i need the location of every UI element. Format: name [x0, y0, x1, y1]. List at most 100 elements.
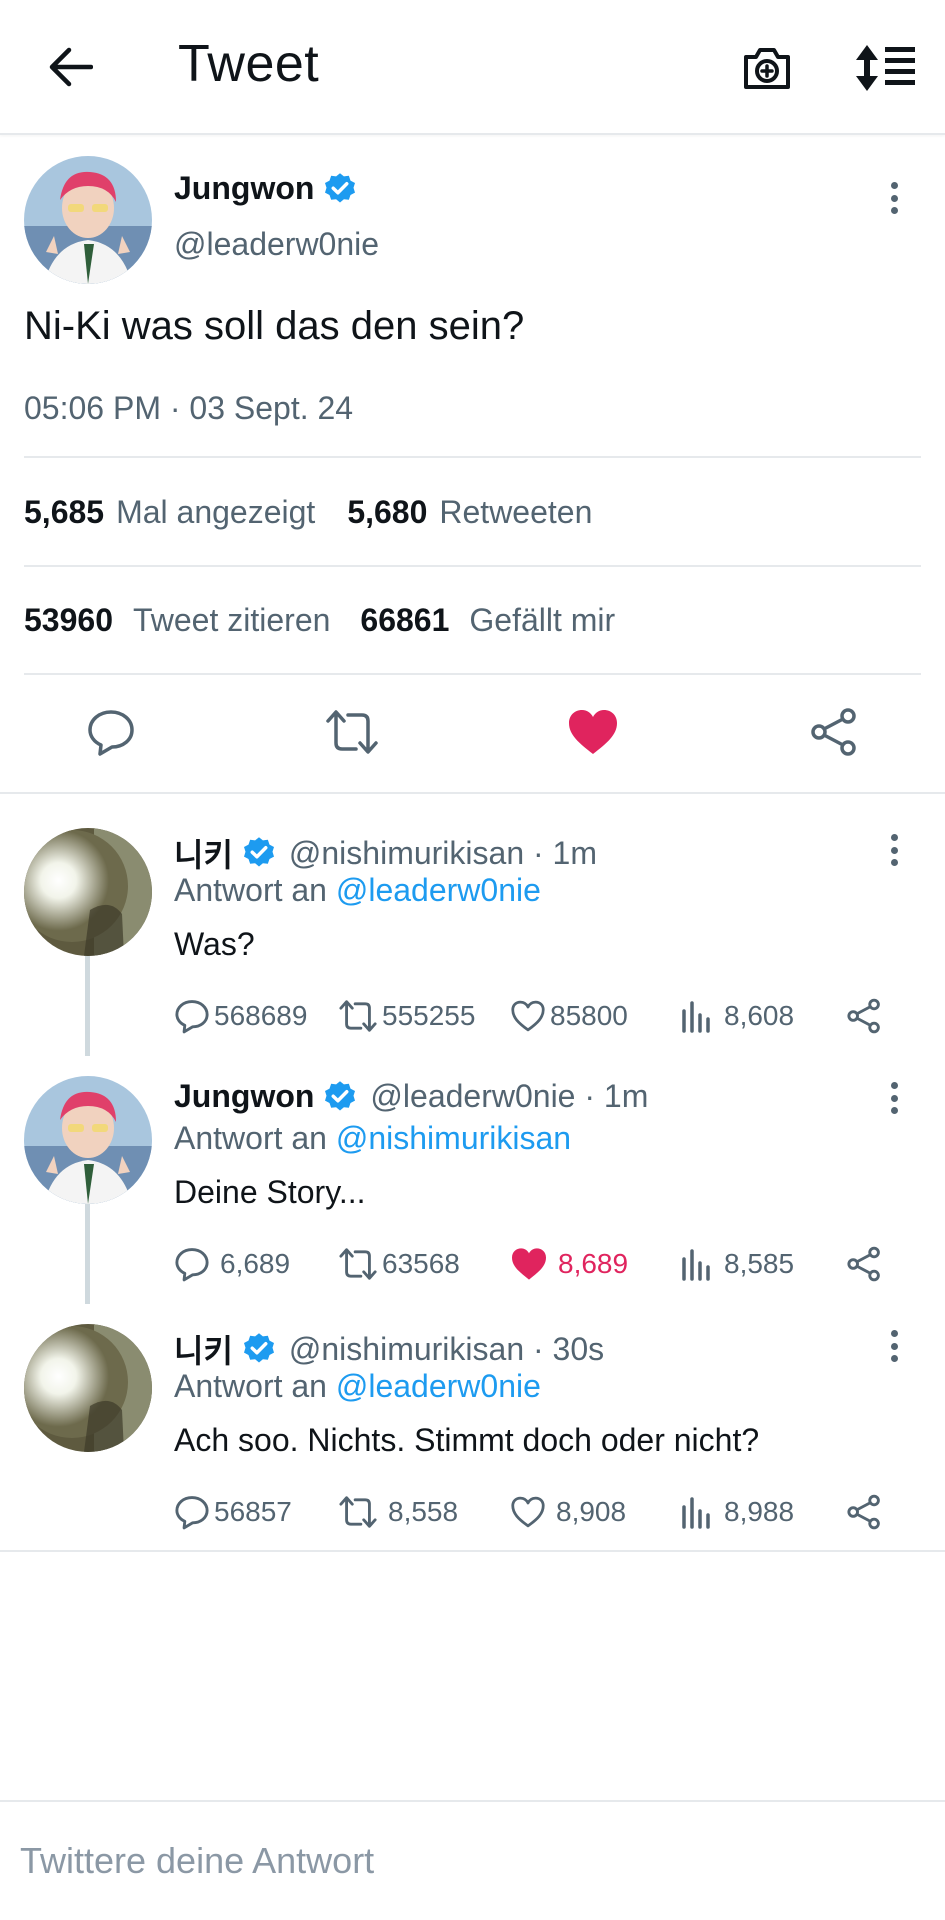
top-app-bar: Tweet: [0, 0, 945, 135]
tweet-action-bar: [0, 678, 945, 788]
more-dot: [890, 1094, 898, 1102]
reply-share-button[interactable]: [846, 1492, 882, 1532]
reply-button[interactable]: [79, 700, 143, 764]
reply-to-line: Antwort an @nishimurikisan: [174, 1120, 571, 1157]
views-count: 8,608: [724, 1000, 795, 1031]
reply-author-name[interactable]: Jungwon: [174, 1078, 314, 1115]
quotes-count[interactable]: 53960: [24, 602, 113, 639]
retweet-button[interactable]: [320, 700, 384, 764]
reply-retweet-button[interactable]: 63568: [338, 1244, 460, 1284]
tweet-timestamp: 05:06 PM · 03 Sept. 24: [24, 390, 354, 426]
share-icon: [847, 998, 880, 1034]
page-title: Tweet: [178, 35, 320, 93]
reply-like-button[interactable]: 8,689: [510, 1244, 628, 1284]
reply-avatar[interactable]: [24, 1324, 152, 1452]
reply-views-button[interactable]: 8,585: [680, 1244, 794, 1284]
reply-text: Deine Story...: [174, 1174, 366, 1210]
sort-button[interactable]: [850, 36, 920, 100]
reply-author-name[interactable]: 니키: [174, 830, 233, 876]
retweet-icon: [339, 1248, 377, 1280]
avatar-image: [24, 828, 152, 956]
retweet-icon: [339, 1496, 377, 1528]
more-dot: [890, 1330, 898, 1337]
verified-badge-icon: [243, 837, 274, 867]
section-divider: [0, 792, 945, 794]
avatar-image: [24, 1076, 152, 1204]
reply-text: Was?: [174, 926, 255, 962]
reply-avatar[interactable]: [24, 1076, 152, 1204]
reply-retweet-button[interactable]: 8,558: [338, 1492, 458, 1532]
more-dot: [890, 834, 898, 841]
comment-count: 568689: [214, 1000, 308, 1031]
like-button[interactable]: [561, 700, 625, 764]
arrow-left-icon: [49, 47, 93, 87]
reply-to-prefix: Antwort an: [174, 872, 327, 908]
views-chart-icon: [682, 1001, 710, 1033]
author-handle[interactable]: @leaderw0nie: [174, 226, 379, 263]
reply-comment-button[interactable]: 56857: [174, 1492, 292, 1532]
share-icon: [811, 708, 856, 756]
verified-badge-icon: [325, 172, 356, 202]
reply-more-button[interactable]: [879, 1326, 909, 1366]
reply-avatar[interactable]: [24, 828, 152, 956]
views-count: 8,585: [724, 1248, 795, 1279]
like-count: 8,908: [556, 1496, 627, 1527]
divider: [24, 565, 921, 567]
reply-action-bar: 568689 555255 85800 8,608: [174, 996, 914, 1036]
author-name[interactable]: Jungwon: [174, 170, 314, 207]
reply-author-handle[interactable]: @nishimurikisan · 30s: [289, 1331, 604, 1368]
retweets-label[interactable]: Retweeten: [439, 494, 592, 531]
author-name-row: Jungwon: [174, 170, 358, 207]
reply-to-link[interactable]: @leaderw0nie: [336, 1368, 541, 1404]
likes-count[interactable]: 66861: [360, 602, 449, 639]
quotes-label[interactable]: Tweet zitieren: [133, 602, 330, 639]
reply-author-name[interactable]: 니키: [174, 1326, 233, 1372]
thread-connector: [85, 1204, 90, 1304]
likes-label[interactable]: Gefällt mir: [469, 602, 615, 639]
reply-author-handle[interactable]: @nishimurikisan · 1m: [289, 835, 597, 872]
more-dot: [890, 1082, 898, 1089]
back-button[interactable]: [40, 40, 100, 94]
reply-to-prefix: Antwort an: [174, 1120, 327, 1156]
camera-button[interactable]: [735, 36, 799, 100]
views-chart-icon: [682, 1497, 710, 1529]
reply-share-button[interactable]: [846, 1244, 882, 1284]
reply-to-link[interactable]: @nishimurikisan: [336, 1120, 571, 1156]
divider: [24, 673, 921, 675]
retweet-count: 8,558: [388, 1496, 459, 1527]
reply-views-button[interactable]: 8,608: [680, 996, 794, 1036]
reply-text: Ach soo. Nichts. Stimmt doch oder nicht?: [174, 1422, 760, 1458]
reply-like-button[interactable]: 85800: [510, 996, 628, 1036]
share-icon: [847, 1494, 880, 1530]
reply-to-link[interactable]: @leaderw0nie: [336, 872, 541, 908]
retweet-count: 555255: [382, 1000, 476, 1031]
tweet-text: Ni-Ki was soll das den sein?: [24, 304, 525, 348]
reply-to-line: Antwort an @leaderw0nie: [174, 872, 541, 909]
more-dot: [890, 859, 898, 866]
reply-author-handle[interactable]: @leaderw0nie · 1m: [370, 1078, 648, 1115]
author-avatar[interactable]: [24, 156, 152, 284]
reply-compose-bar: [0, 1802, 945, 1920]
views-chart-icon: [682, 1249, 710, 1281]
more-dot: [890, 182, 898, 189]
camera-plus-icon: [744, 48, 790, 89]
reply-comment-button[interactable]: 6,689: [174, 1244, 290, 1284]
reply-comment-button[interactable]: 568689: [174, 996, 307, 1036]
retweets-count[interactable]: 5,680: [347, 494, 427, 531]
reply-more-button[interactable]: [879, 830, 909, 870]
reply-retweet-button[interactable]: 555255: [338, 996, 475, 1036]
reply-share-button[interactable]: [846, 996, 882, 1036]
more-options-button[interactable]: [879, 178, 909, 218]
section-divider: [0, 1550, 945, 1552]
reply-like-button[interactable]: 8,908: [510, 1492, 626, 1532]
reply-more-button[interactable]: [879, 1078, 909, 1118]
reply-header: Jungwon @leaderw0nie · 1m: [174, 1078, 648, 1115]
avatar-image: [24, 1324, 152, 1452]
reply-views-button[interactable]: 8,988: [680, 1492, 794, 1532]
comment-count: 6,689: [220, 1248, 291, 1279]
views-count: 5,685: [24, 494, 105, 530]
share-button[interactable]: [802, 700, 866, 764]
heart-outline-icon: [511, 1496, 545, 1528]
reply-input[interactable]: [20, 1832, 920, 1890]
like-count: 8,689: [558, 1248, 629, 1279]
